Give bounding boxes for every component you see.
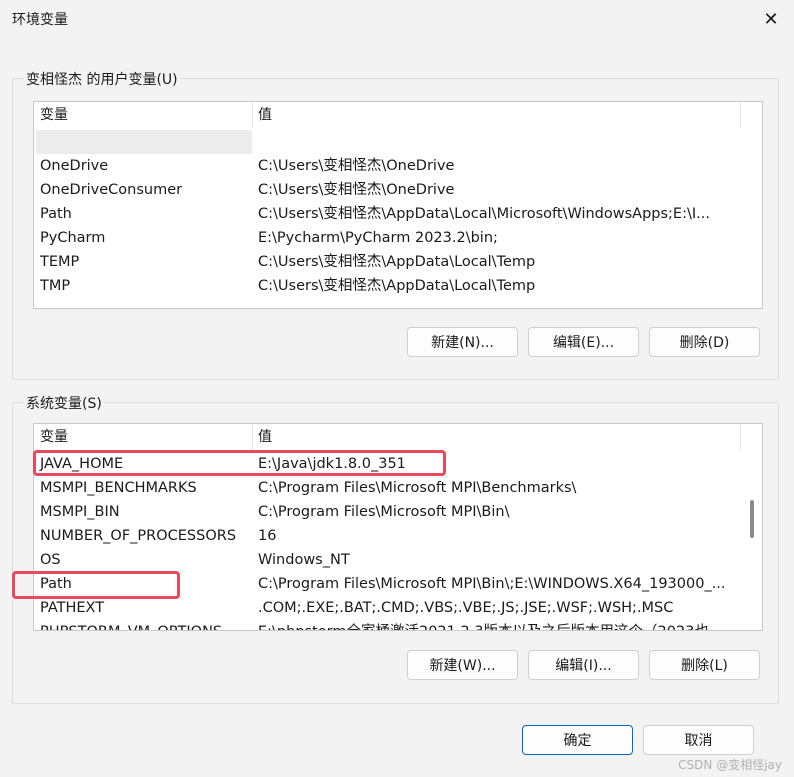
- variable-value: C:\Program Files\Microsoft MPI\Benchmark…: [258, 480, 577, 496]
- variable-value: C:\Program Files\Microsoft MPI\Bin\: [258, 504, 510, 520]
- variable-name: PATHEXT: [40, 600, 105, 616]
- table-row[interactable]: PATHEXT .COM;.EXE;.BAT;.CMD;.VBS;.VBE;.J…: [34, 596, 762, 620]
- variable-name: OS: [40, 552, 61, 568]
- user-edit-button[interactable]: 编辑(E)...: [528, 327, 639, 357]
- variable-name: PHPSTORM_VM_OPTIONS: [40, 620, 222, 630]
- user-delete-button[interactable]: 删除(D): [649, 327, 760, 357]
- variable-name: TEMP: [40, 254, 80, 270]
- table-row[interactable]: PyCharm E:\Pycharm\PyCharm 2023.2\bin;: [34, 226, 762, 250]
- table-row[interactable]: TMP C:\Users\变相怪杰\AppData\Local\Temp: [34, 274, 762, 298]
- variable-name: PyCharm: [40, 230, 106, 246]
- table-row[interactable]: MSMPI_BENCHMARKS C:\Program Files\Micros…: [34, 476, 762, 500]
- variable-name: OneDriveConsumer: [40, 182, 183, 198]
- variable-value: C:\Users\变相怪杰\AppData\Local\Temp: [258, 254, 536, 270]
- column-header-value[interactable]: 值: [258, 102, 272, 128]
- table-row[interactable]: NUMBER_OF_PROCESSORS 16: [34, 524, 762, 548]
- user-variables-label: 变相怪杰 的用户变量(U): [24, 69, 180, 89]
- column-header-variable[interactable]: 变量: [40, 102, 68, 128]
- close-icon: ✕: [763, 8, 779, 30]
- cancel-button[interactable]: 取消: [643, 725, 754, 755]
- close-button[interactable]: ✕: [748, 0, 794, 38]
- list-header: 变量 值: [34, 102, 762, 128]
- list-header: 变量 值: [34, 424, 762, 450]
- ok-button[interactable]: 确定: [522, 725, 633, 755]
- watermark: CSDN @变相怪jay: [678, 758, 782, 772]
- table-row[interactable]: TEMP C:\Users\变相怪杰\AppData\Local\Temp: [34, 250, 762, 274]
- variable-value: E:\phpstorm全家桶激活2021.2.3版本以及之后版本用这个（2023…: [258, 620, 723, 630]
- vertical-scrollbar[interactable]: [742, 424, 762, 630]
- table-row[interactable]: OneDriveConsumer C:\Users\变相怪杰\OneDrive: [34, 178, 762, 202]
- system-delete-button[interactable]: 删除(L): [649, 650, 760, 680]
- table-row[interactable]: Path C:\Program Files\Microsoft MPI\Bin\…: [34, 572, 762, 596]
- variable-value: C:\Users\变相怪杰\AppData\Local\Temp: [258, 278, 536, 294]
- variable-name: MSMPI_BENCHMARKS: [40, 480, 197, 496]
- variable-value: E:\Pycharm\PyCharm 2023.2\bin;: [258, 230, 498, 246]
- variable-value: C:\Program Files\Microsoft MPI\Bin\;E:\W…: [258, 576, 726, 592]
- scrollbar-thumb[interactable]: [750, 500, 754, 538]
- system-variables-list[interactable]: 变量 值 JAVA_HOME E:\Java\jdk1.8.0_351 MSMP…: [33, 423, 763, 631]
- variable-name: TMP: [40, 278, 71, 294]
- variable-name: Path: [40, 206, 72, 222]
- variable-value: Windows_NT: [258, 552, 350, 568]
- variable-value: C:\Users\变相怪杰\OneDrive: [258, 182, 455, 198]
- system-new-button[interactable]: 新建(W)...: [407, 650, 518, 680]
- table-row[interactable]: OneDrive C:\Users\变相怪杰\OneDrive: [34, 154, 762, 178]
- variable-value: E:\Java\jdk1.8.0_351: [258, 456, 406, 472]
- variable-name: Path: [40, 576, 72, 592]
- window-title: 环境变量: [12, 12, 68, 28]
- user-new-button[interactable]: 新建(N)...: [407, 327, 518, 357]
- table-row[interactable]: Path C:\Users\变相怪杰\AppData\Local\Microso…: [34, 202, 762, 226]
- variable-value: C:\Users\变相怪杰\AppData\Local\Microsoft\Wi…: [258, 206, 710, 222]
- table-row[interactable]: JAVA_HOME E:\Java\jdk1.8.0_351: [34, 452, 762, 476]
- table-row[interactable]: PHPSTORM_VM_OPTIONS E:\phpstorm全家桶激活2021…: [34, 620, 762, 630]
- user-variables-list[interactable]: 变量 值 OneDrive C:\Users\变相怪杰\OneDrive One…: [33, 101, 763, 309]
- blank-cell: [36, 130, 252, 154]
- column-header-variable[interactable]: 变量: [40, 424, 68, 450]
- system-edit-button[interactable]: 编辑(I)...: [528, 650, 639, 680]
- table-row[interactable]: MSMPI_BIN C:\Program Files\Microsoft MPI…: [34, 500, 762, 524]
- table-row[interactable]: OS Windows_NT: [34, 548, 762, 572]
- variable-value: .COM;.EXE;.BAT;.CMD;.VBS;.VBE;.JS;.JSE;.…: [258, 600, 674, 616]
- variable-value: 16: [258, 528, 277, 544]
- variable-name: OneDrive: [40, 158, 109, 174]
- column-header-value[interactable]: 值: [258, 424, 272, 450]
- variable-value: C:\Users\变相怪杰\OneDrive: [258, 158, 455, 174]
- variable-name: NUMBER_OF_PROCESSORS: [40, 528, 237, 544]
- table-row[interactable]: [34, 130, 762, 154]
- variable-name: MSMPI_BIN: [40, 504, 120, 520]
- variable-name: JAVA_HOME: [40, 456, 124, 472]
- title-bar: 环境变量 ✕: [0, 0, 794, 38]
- system-variables-label: 系统变量(S): [24, 393, 104, 413]
